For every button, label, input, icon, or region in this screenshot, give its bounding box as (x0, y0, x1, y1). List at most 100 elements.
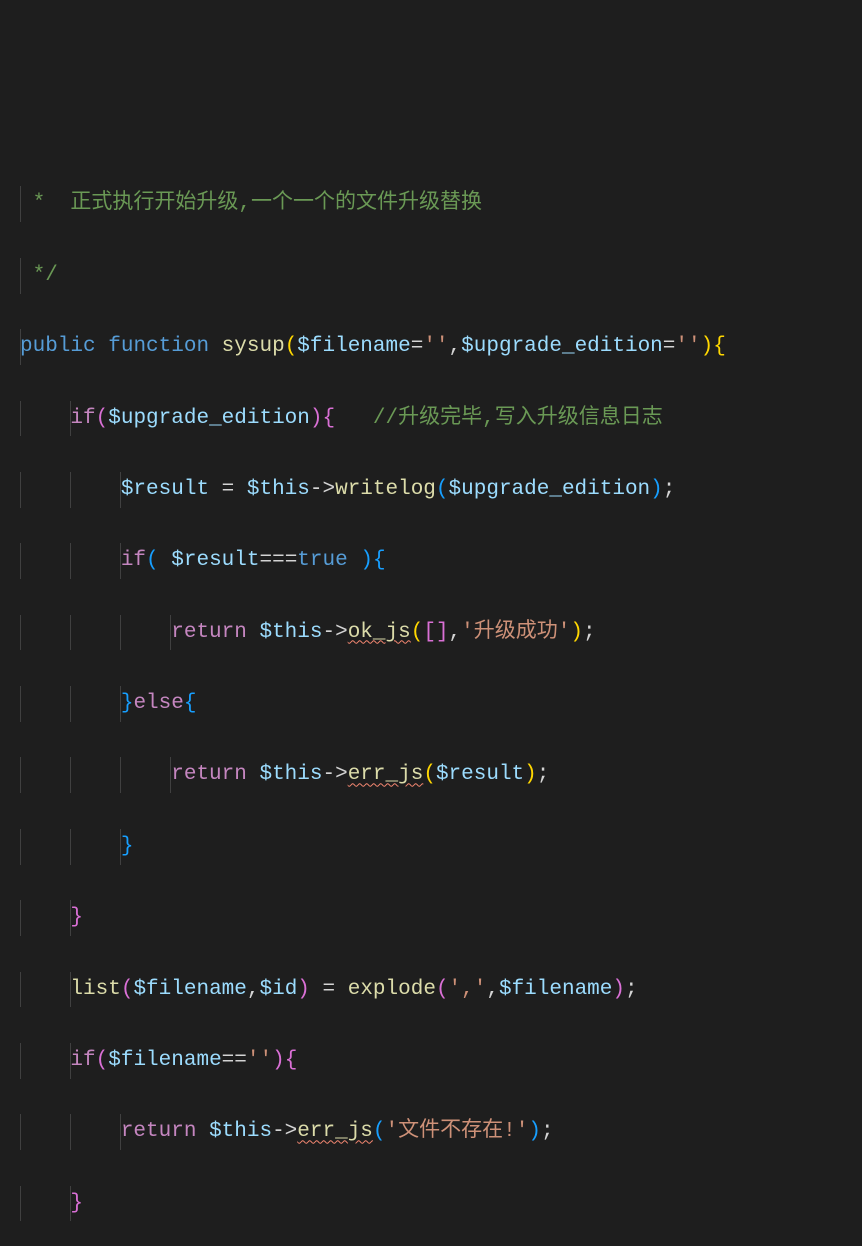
paren: ) (612, 978, 625, 1001)
code-line: return $this->ok_js([],'升级成功'); (0, 615, 862, 651)
paren: ( (285, 335, 298, 358)
code-line: if($filename==''){ (0, 1043, 862, 1079)
comment-text: * 正式执行开始升级,一个一个的文件升级替换 (20, 192, 482, 215)
variable: $id (259, 978, 297, 1001)
comma: , (486, 978, 499, 1001)
brace: { (373, 549, 386, 572)
variable: $upgrade_edition (461, 335, 663, 358)
keyword-return: return (171, 621, 247, 644)
keyword-if: if (70, 407, 95, 430)
semi: ; (541, 1120, 554, 1143)
operator: = (663, 335, 676, 358)
method-name: err_js (297, 1120, 373, 1143)
variable: $filename (297, 335, 410, 358)
operator: === (259, 549, 297, 572)
code-line: */ (0, 258, 862, 294)
operator: = (209, 478, 247, 501)
string: '' (423, 335, 448, 358)
code-editor[interactable]: * 正式执行开始升级,一个一个的文件升级替换 */ public functio… (0, 151, 862, 1246)
code-line: list($filename,$id) = explode(',',$filen… (0, 972, 862, 1008)
string: ',' (449, 978, 487, 1001)
paren: ) (310, 407, 323, 430)
variable: $this (259, 763, 322, 786)
comment-text: //升级完毕,写入升级信息日志 (373, 407, 663, 430)
paren: ) (297, 978, 310, 1001)
comma: , (449, 335, 462, 358)
bracket: [ (423, 621, 436, 644)
code-line: return $this->err_js($result); (0, 757, 862, 793)
semi: ; (663, 478, 676, 501)
brace: } (121, 692, 134, 715)
keyword-public: public (20, 335, 96, 358)
string: '文件不存在!' (386, 1120, 529, 1143)
brace: { (184, 692, 197, 715)
paren: ( (436, 978, 449, 1001)
variable: $filename (499, 978, 612, 1001)
arrow-op: -> (272, 1120, 297, 1143)
code-line: }else{ (0, 686, 862, 722)
operator: == (222, 1049, 247, 1072)
variable: $this (247, 478, 310, 501)
operator: = (411, 335, 424, 358)
variable: $upgrade_edition (108, 407, 310, 430)
paren: ( (96, 1049, 109, 1072)
variable: $result (171, 549, 259, 572)
keyword-if: if (121, 549, 146, 572)
variable: $filename (108, 1049, 221, 1072)
keyword-if: if (70, 1049, 95, 1072)
brace: } (70, 906, 83, 929)
string: '' (247, 1049, 272, 1072)
paren: ) (528, 1120, 541, 1143)
function-name: sysup (222, 335, 285, 358)
variable: $this (209, 1120, 272, 1143)
code-line: return $this->err_js('文件不存在!'); (0, 1114, 862, 1150)
keyword-return: return (121, 1120, 197, 1143)
method-name: writelog (335, 478, 436, 501)
comment-close: */ (20, 264, 58, 287)
variable: $result (121, 478, 209, 501)
paren: ( (373, 1120, 386, 1143)
comma: , (449, 621, 462, 644)
paren: ) (360, 549, 373, 572)
method-name: ok_js (348, 621, 411, 644)
brace: { (713, 335, 726, 358)
arrow-op: -> (310, 478, 335, 501)
paren: ) (570, 621, 583, 644)
variable: $this (259, 621, 322, 644)
paren: ) (701, 335, 714, 358)
paren: ( (121, 978, 134, 1001)
paren: ( (146, 549, 159, 572)
paren: ) (272, 1049, 285, 1072)
keyword-return: return (171, 763, 247, 786)
variable: $upgrade_edition (449, 478, 651, 501)
code-line: } (0, 1186, 862, 1222)
paren: ( (411, 621, 424, 644)
code-line: if($upgrade_edition){ //升级完毕,写入升级信息日志 (0, 401, 862, 437)
brace: { (285, 1049, 298, 1072)
semi: ; (583, 621, 596, 644)
operator: = (310, 978, 348, 1001)
keyword-else: else (133, 692, 183, 715)
function-call: list (70, 978, 120, 1001)
arrow-op: -> (322, 763, 347, 786)
brace: { (323, 407, 336, 430)
paren: ( (423, 763, 436, 786)
paren: ) (650, 478, 663, 501)
semi: ; (537, 763, 550, 786)
keyword-function: function (108, 335, 209, 358)
code-line: } (0, 829, 862, 865)
literal: true (297, 549, 347, 572)
code-line: $result = $this->writelog($upgrade_editi… (0, 472, 862, 508)
paren: ( (436, 478, 449, 501)
paren: ( (96, 407, 109, 430)
code-line: public function sysup($filename='',$upgr… (0, 329, 862, 365)
bracket: ] (436, 621, 449, 644)
code-line: * 正式执行开始升级,一个一个的文件升级替换 (0, 186, 862, 222)
variable: $filename (133, 978, 246, 1001)
variable: $result (436, 763, 524, 786)
string: '升级成功' (461, 621, 570, 644)
comma: , (247, 978, 260, 1001)
code-line: if( $result===true ){ (0, 543, 862, 579)
code-line: } (0, 900, 862, 936)
brace: } (121, 835, 134, 858)
